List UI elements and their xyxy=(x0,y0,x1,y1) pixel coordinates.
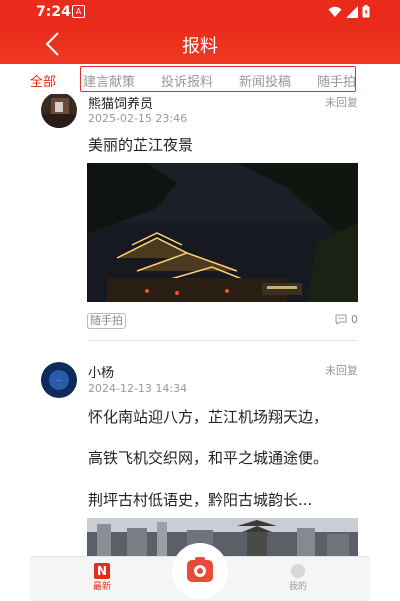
tab-all[interactable]: 全部 xyxy=(30,71,56,90)
post-photo[interactable] xyxy=(87,518,358,556)
camera-icon xyxy=(187,557,213,582)
tab-news-submission[interactable]: 新闻投稿 xyxy=(239,71,291,90)
status-time: 7:24 xyxy=(36,4,71,20)
status-bar: 7:24 A xyxy=(0,0,400,24)
post-divider xyxy=(87,340,358,341)
latest-icon: N xyxy=(94,563,110,579)
camera-button[interactable] xyxy=(172,543,228,599)
profile-icon xyxy=(291,564,305,578)
nav-latest[interactable]: N 最新 xyxy=(72,563,132,592)
comment-icon xyxy=(335,314,347,325)
post-feed[interactable]: 熊猫饲养员 2025-02-15 23:46 未回复 美丽的芷江夜景 随手拍 0… xyxy=(30,94,370,556)
reply-status: 未回复 xyxy=(325,96,358,109)
battery-icon xyxy=(362,5,370,18)
post-date: 2024-12-13 14:34 xyxy=(88,382,188,395)
post-text-line[interactable]: 高铁飞机交织网，和平之城通途便。 xyxy=(88,448,358,468)
nav-mine-label: 我的 xyxy=(288,582,307,592)
wifi-icon xyxy=(328,6,342,17)
post-username[interactable]: 小杨 xyxy=(88,362,114,381)
city-image xyxy=(87,518,358,556)
svg-text:···: ··· xyxy=(56,378,62,385)
avatar-image xyxy=(41,94,77,128)
post-text-line[interactable]: 怀化南站迎八方，芷江机场翔天边， xyxy=(88,407,358,427)
post-date: 2025-02-15 23:46 xyxy=(88,112,188,125)
tab-complaints[interactable]: 投诉报料 xyxy=(161,71,213,90)
avatar[interactable] xyxy=(41,94,77,128)
tab-suggestions[interactable]: 建言献策 xyxy=(83,71,135,90)
status-icons xyxy=(328,5,370,18)
post-text-line[interactable]: 荆坪古村低语史，黔阳古城韵长... xyxy=(88,490,358,510)
nav-mine[interactable]: 我的 xyxy=(268,563,328,592)
page-title: 报料 xyxy=(182,36,218,57)
post-text[interactable]: 美丽的芷江夜景 xyxy=(88,135,358,155)
nav-latest-label: 最新 xyxy=(92,582,111,592)
post-username[interactable]: 熊猫饲养员 xyxy=(88,94,153,112)
category-tabs: 全部 建言献策 投诉报料 新闻投稿 随手拍 xyxy=(30,64,370,94)
night-scene-image xyxy=(87,163,358,302)
avatar-image: ··· xyxy=(41,362,77,398)
bottom-nav: N 最新 我的 xyxy=(30,543,370,601)
category-tag[interactable]: 随手拍 xyxy=(87,313,126,329)
signal-icon xyxy=(346,5,358,18)
reply-status: 未回复 xyxy=(325,364,358,377)
comment-button[interactable]: 0 xyxy=(335,313,358,326)
post-photo[interactable] xyxy=(87,163,358,302)
app-header: 报料 xyxy=(0,24,400,64)
comment-count: 0 xyxy=(351,313,358,326)
tab-snapshot[interactable]: 随手拍 xyxy=(317,71,356,90)
avatar[interactable]: ··· xyxy=(41,362,77,398)
notification-icon: A xyxy=(72,5,85,18)
